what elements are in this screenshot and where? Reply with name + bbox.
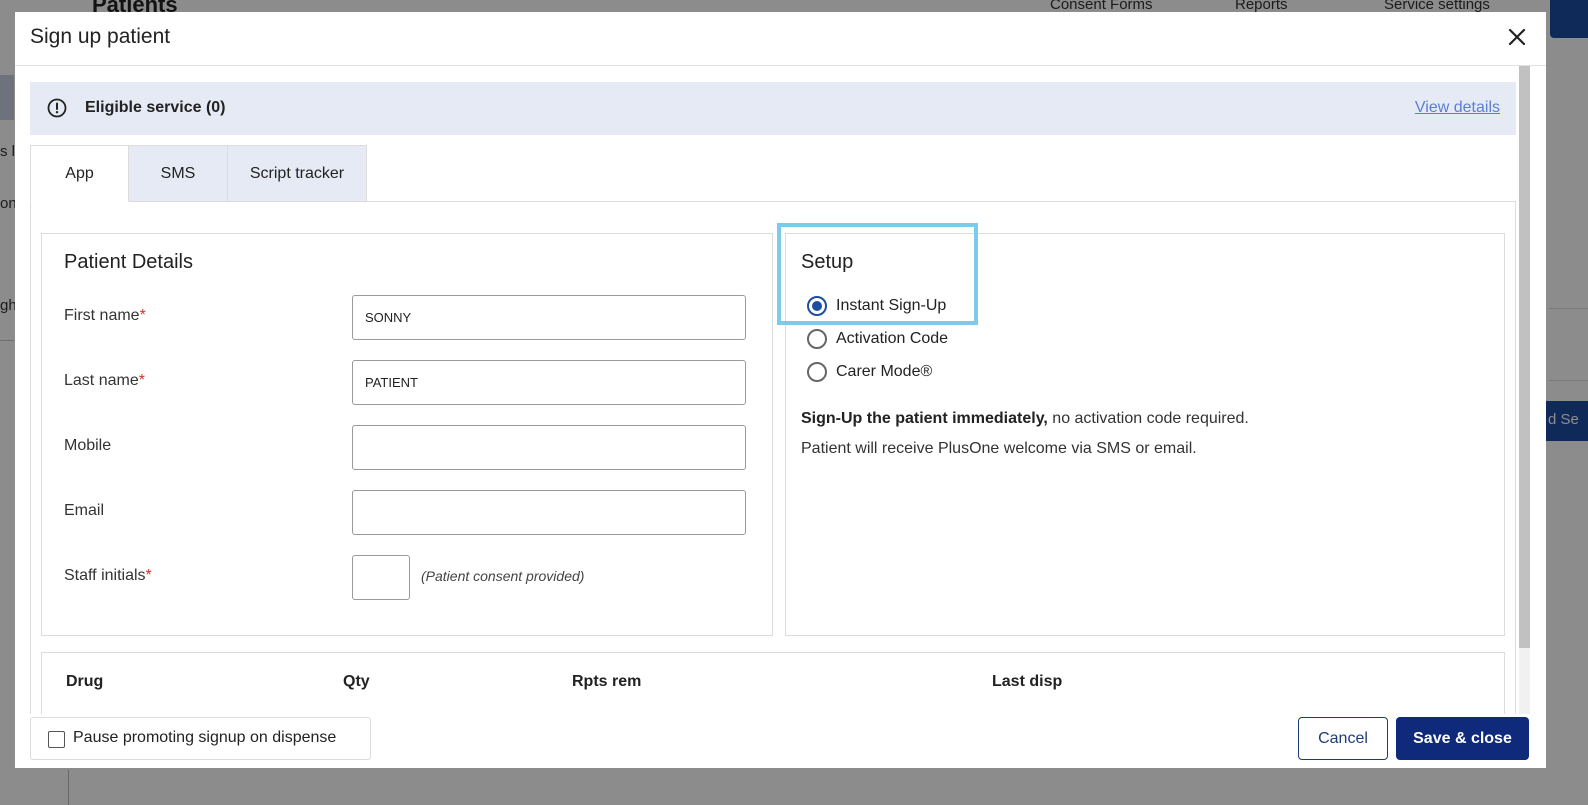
last-name-input[interactable] — [352, 360, 746, 405]
radio-activation-code[interactable]: Activation Code — [807, 327, 948, 351]
first-name-input[interactable] — [352, 295, 746, 340]
highlight-annotation — [777, 223, 978, 325]
view-details-link[interactable]: View details — [1415, 99, 1500, 117]
pause-signup-checkbox[interactable] — [48, 731, 65, 748]
tab-app[interactable]: App — [30, 145, 129, 202]
save-close-button[interactable]: Save & close — [1396, 717, 1529, 760]
alert-circle-icon — [47, 98, 67, 118]
modal-footer: Pause promoting signup on dispense Cance… — [15, 714, 1546, 768]
pause-signup-checkbox-row[interactable]: Pause promoting signup on dispense — [30, 717, 371, 760]
radio-carer-mode[interactable]: Carer Mode® — [807, 360, 932, 384]
eligible-service-text: Eligible service (0) — [85, 99, 226, 116]
pause-signup-label: Pause promoting signup on dispense — [73, 729, 337, 746]
close-icon[interactable] — [1506, 26, 1528, 48]
column-header-rpts-rem: Rpts rem — [572, 673, 642, 690]
mobile-label: Mobile — [64, 437, 112, 454]
tab-bar: App SMS Script tracker — [30, 145, 367, 202]
setup-description-line2: Patient will receive PlusOne welcome via… — [801, 440, 1197, 457]
column-header-drug: Drug — [66, 673, 104, 690]
tab-script-tracker[interactable]: Script tracker — [228, 145, 367, 202]
tab-sms[interactable]: SMS — [129, 145, 228, 202]
email-label: Email — [64, 502, 105, 519]
radio-label: Carer Mode® — [836, 363, 933, 380]
setup-description: Sign-Up the patient immediately, no acti… — [801, 410, 1249, 427]
staff-initials-input[interactable] — [352, 555, 410, 600]
patient-details-panel: Patient Details First name* Last name* M… — [41, 233, 773, 636]
scrollbar[interactable] — [1519, 66, 1530, 714]
radio-button[interactable] — [807, 362, 827, 382]
first-name-label: First name* — [64, 307, 146, 324]
radio-button[interactable] — [807, 329, 827, 349]
modal-title: Sign up patient — [30, 25, 171, 48]
column-header-last-disp: Last disp — [992, 673, 1063, 690]
modal-header: Sign up patient — [15, 12, 1546, 66]
column-header-qty: Qty — [343, 673, 370, 690]
modal-body[interactable]: Eligible service (0) View details App SM… — [15, 66, 1546, 714]
mobile-input[interactable] — [352, 425, 746, 470]
patient-details-title: Patient Details — [64, 251, 193, 273]
cancel-button[interactable]: Cancel — [1298, 717, 1388, 760]
consent-note: (Patient consent provided) — [421, 568, 585, 584]
sign-up-patient-modal: Sign up patient Eligible service (0) Vie… — [15, 12, 1546, 768]
drug-table: Drug Qty Rpts rem Last disp — [41, 652, 1505, 714]
email-input[interactable] — [352, 490, 746, 535]
eligible-service-banner: Eligible service (0) View details — [30, 82, 1516, 135]
radio-label: Activation Code — [836, 330, 949, 347]
scrollbar-thumb[interactable] — [1519, 66, 1530, 648]
last-name-label: Last name* — [64, 372, 145, 389]
staff-initials-label: Staff initials* — [64, 567, 152, 584]
